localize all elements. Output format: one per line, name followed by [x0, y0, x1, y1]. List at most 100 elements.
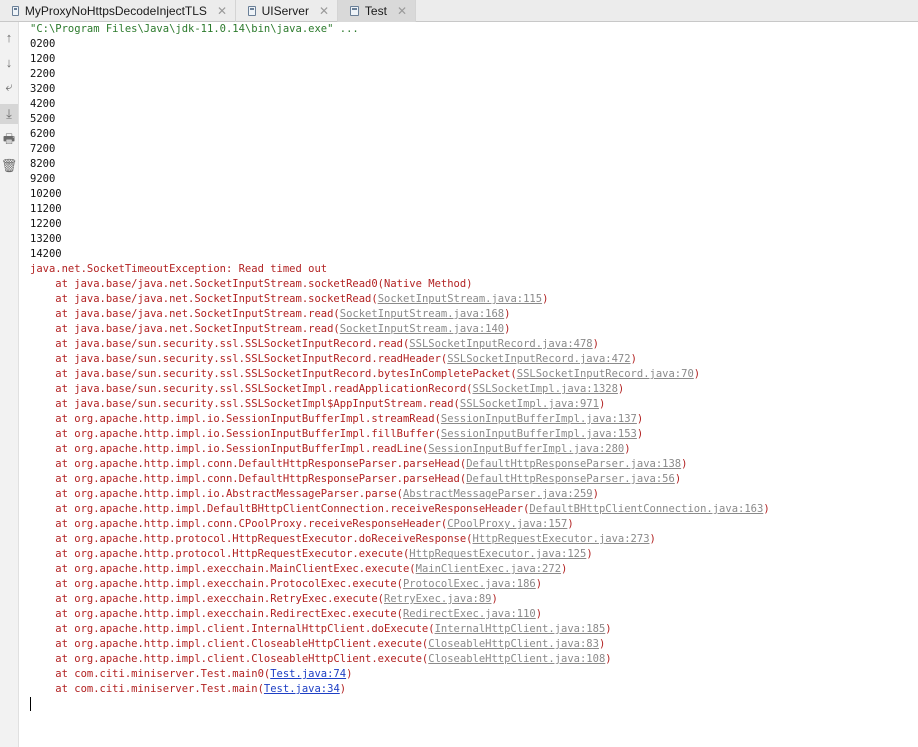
clear-icon[interactable]: 🗑 — [0, 156, 18, 176]
source-link[interactable]: SessionInputBufferImpl.java:153 — [441, 428, 637, 440]
stack-frame: at java.base/sun.security.ssl.SSLSocketI… — [30, 397, 918, 412]
stack-frame: at org.apache.http.impl.client.InternalH… — [30, 622, 918, 637]
source-link[interactable]: SocketInputStream.java:168 — [340, 308, 504, 320]
stack-frame: at com.citi.miniserver.Test.main(Test.ja… — [30, 682, 918, 697]
stack-frame: at java.base/sun.security.ssl.SSLSocketI… — [30, 337, 918, 352]
stack-frame: at java.base/java.net.SocketInputStream.… — [30, 307, 918, 322]
stack-frame-text: at org.apache.http.impl.client.Closeable… — [30, 638, 429, 650]
source-link[interactable]: DefaultHttpResponseParser.java:138 — [466, 458, 681, 470]
stack-frame-text: at org.apache.http.impl.execchain.MainCl… — [30, 563, 416, 575]
close-paren: ) — [605, 653, 612, 665]
source-link[interactable]: DefaultHttpResponseParser.java:56 — [466, 473, 675, 485]
source-link[interactable]: SSLSocketImpl.java:1328 — [473, 383, 618, 395]
source-link[interactable]: SessionInputBufferImpl.java:280 — [428, 443, 624, 455]
tab-myproxynohttpsdecodeinjecttls[interactable]: MyProxyNoHttpsDecodeInjectTLS ✕ — [0, 0, 236, 22]
close-icon[interactable]: ✕ — [217, 4, 227, 18]
stack-frame-text: at org.apache.http.impl.conn.DefaultHttp… — [30, 473, 467, 485]
source-link[interactable]: Test.java:74 — [270, 668, 346, 680]
source-link[interactable]: CloseableHttpClient.java:83 — [428, 638, 599, 650]
stack-frame-text: at org.apache.http.impl.execchain.Redire… — [30, 608, 403, 620]
console-output[interactable]: "C:\Program Files\Java\jdk-11.0.14\bin\j… — [30, 22, 918, 747]
source-link[interactable]: ProtocolExec.java:186 — [403, 578, 536, 590]
source-link[interactable]: SocketInputStream.java:140 — [340, 323, 504, 335]
source-link[interactable]: HttpRequestExecutor.java:273 — [473, 533, 650, 545]
stack-frame-text: at java.base/sun.security.ssl.SSLSocketI… — [30, 398, 460, 410]
stack-trace: at java.base/java.net.SocketInputStream.… — [30, 277, 918, 697]
stack-frame-text: at org.apache.http.protocol.HttpRequestE… — [30, 548, 410, 560]
source-link[interactable]: SSLSocketImpl.java:971 — [460, 398, 599, 410]
close-paren: ) — [763, 503, 770, 515]
source-link[interactable]: MainClientExec.java:272 — [416, 563, 561, 575]
close-paren: ) — [346, 668, 353, 680]
close-paren: ) — [598, 398, 606, 410]
tab-test[interactable]: Test ✕ — [338, 0, 416, 22]
close-paren: ) — [491, 593, 498, 605]
close-paren: ) — [504, 308, 511, 320]
command-line: "C:\Program Files\Java\jdk-11.0.14\bin\j… — [30, 23, 359, 35]
stack-frame-text: at java.base/sun.security.ssl.SSLSocketI… — [30, 368, 517, 380]
stack-frame-text: at org.apache.http.impl.io.SessionInputB… — [30, 413, 441, 425]
close-paren: ) — [636, 428, 644, 440]
source-link[interactable]: SSLSocketInputRecord.java:70 — [517, 368, 694, 380]
output-line: 5200 — [30, 113, 56, 125]
source-link[interactable]: SSLSocketInputRecord.java:478 — [409, 338, 592, 350]
stack-frame: at org.apache.http.impl.execchain.RetryE… — [30, 592, 918, 607]
stack-frame: at org.apache.http.impl.conn.CPoolProxy.… — [30, 517, 918, 532]
source-link[interactable]: DefaultBHttpClientConnection.java:163 — [529, 503, 763, 515]
stack-frame: at java.base/sun.security.ssl.SSLSocketI… — [30, 352, 918, 367]
stack-frame: at org.apache.http.impl.DefaultBHttpClie… — [30, 502, 918, 517]
stack-frame: at java.base/java.net.SocketInputStream.… — [30, 292, 918, 307]
close-icon[interactable]: ✕ — [397, 4, 407, 18]
stack-frame: at org.apache.http.impl.conn.DefaultHttp… — [30, 472, 918, 487]
close-icon[interactable]: ✕ — [319, 4, 329, 18]
stack-frame-text: at org.apache.http.impl.DefaultBHttpClie… — [30, 503, 530, 515]
scroll-to-end-icon[interactable]: ⤓ — [0, 104, 18, 124]
stack-frame-text: at org.apache.http.impl.io.SessionInputB… — [30, 428, 441, 440]
console-toolbar: ↑ ↓ ⤶ ⤓ 🖶 🗑 — [0, 22, 19, 747]
stack-frame-text: at org.apache.http.impl.execchain.Protoc… — [30, 578, 403, 590]
stack-frame: at org.apache.http.impl.execchain.MainCl… — [30, 562, 918, 577]
source-link[interactable]: CPoolProxy.java:157 — [447, 518, 567, 530]
source-link[interactable]: SessionInputBufferImpl.java:137 — [441, 413, 637, 425]
stack-frame: at org.apache.http.impl.io.SessionInputB… — [30, 427, 918, 442]
source-link[interactable]: AbstractMessageParser.java:259 — [403, 488, 593, 500]
scroll-down-icon[interactable]: ↓ — [0, 52, 18, 72]
close-paren: ) — [542, 293, 549, 305]
stack-frame-text: at org.apache.http.impl.execchain.RetryE… — [30, 593, 385, 605]
source-link[interactable]: RetryExec.java:89 — [384, 593, 491, 605]
tab-uiserver[interactable]: UIServer ✕ — [236, 0, 338, 22]
source-link[interactable]: InternalHttpClient.java:185 — [435, 623, 606, 635]
run-config-icon — [12, 6, 19, 16]
output-line: 1200 — [30, 53, 56, 65]
run-config-icon — [248, 6, 256, 16]
source-link[interactable]: HttpRequestExecutor.java:125 — [409, 548, 586, 560]
close-paren: ) — [535, 608, 543, 620]
source-link[interactable]: RedirectExec.java:110 — [403, 608, 536, 620]
stack-frame-text: at java.base/sun.security.ssl.SSLSocketI… — [30, 353, 448, 365]
stack-frame-text: at org.apache.http.impl.client.Closeable… — [30, 653, 429, 665]
stack-frame-text: at org.apache.http.impl.conn.DefaultHttp… — [30, 458, 467, 470]
output-line: 2200 — [30, 68, 56, 80]
stack-frame-text: at org.apache.http.impl.io.AbstractMessa… — [30, 488, 403, 500]
source-link[interactable]: SocketInputStream.java:115 — [378, 293, 542, 305]
source-link[interactable]: SSLSocketInputRecord.java:472 — [447, 353, 630, 365]
close-paren: ) — [681, 458, 688, 470]
close-paren: ) — [339, 683, 347, 695]
close-paren: ) — [649, 533, 656, 545]
tab-label: UIServer — [261, 4, 309, 18]
print-icon[interactable]: 🖶 — [0, 131, 18, 151]
stack-frame: at org.apache.http.impl.io.SessionInputB… — [30, 442, 918, 457]
source-link[interactable]: Test.java:34 — [264, 683, 340, 695]
close-paren: ) — [630, 353, 637, 365]
scroll-up-icon[interactable]: ↑ — [0, 27, 18, 47]
stack-frame-text: at java.base/sun.security.ssl.SSLSocketI… — [30, 383, 473, 395]
output-line: 11200 — [30, 203, 62, 215]
close-paren: ) — [504, 323, 511, 335]
output-line: 4200 — [30, 98, 56, 110]
tab-label: Test — [364, 4, 387, 18]
close-paren: ) — [636, 413, 644, 425]
source-link[interactable]: CloseableHttpClient.java:108 — [428, 653, 605, 665]
soft-wrap-icon[interactable]: ⤶ — [0, 77, 18, 97]
close-paren: ) — [693, 368, 701, 380]
output-line: 9200 — [30, 173, 56, 185]
